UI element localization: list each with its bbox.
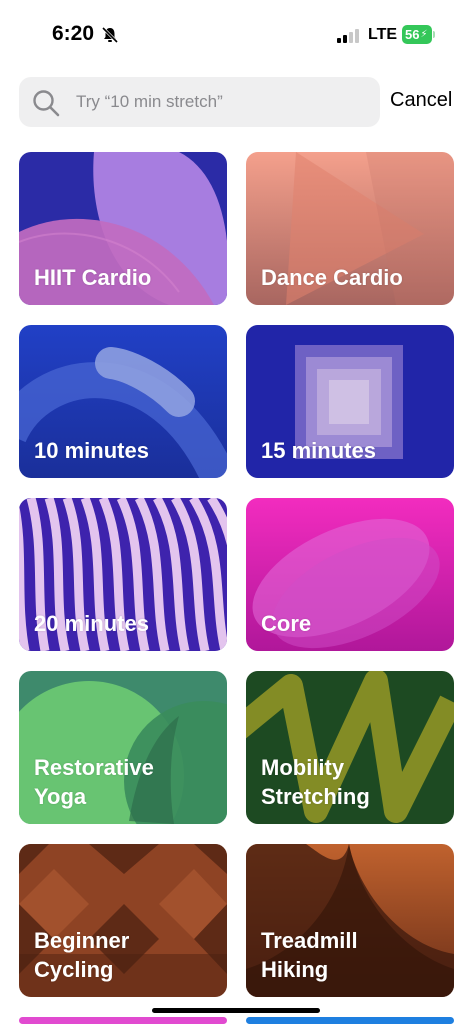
- cancel-button[interactable]: Cancel: [390, 89, 452, 112]
- tile-label: Core: [261, 611, 312, 636]
- category-tile-beginner-cycling[interactable]: Beginner Cycling: [19, 844, 227, 997]
- battery-icon: 56 ⚡: [402, 25, 432, 44]
- category-tile-restorative-yoga[interactable]: Restorative Yoga: [19, 671, 227, 824]
- tile-label: Beginner Cycling: [34, 928, 130, 982]
- cellular-signal-icon: [337, 29, 359, 43]
- category-tile-hiit-cardio[interactable]: HIIT Cardio: [19, 152, 227, 305]
- status-time: 6:20: [52, 22, 95, 45]
- category-tile-partial-left[interactable]: [19, 1017, 227, 1024]
- category-tile-core[interactable]: Core: [246, 498, 454, 651]
- home-indicator[interactable]: [152, 1008, 320, 1013]
- search-icon: [33, 90, 60, 117]
- search-input[interactable]: [76, 77, 366, 127]
- category-tile-treadmill-hiking[interactable]: Treadmill Hiking: [246, 844, 454, 997]
- status-bar: 6:20 LTE 56 ⚡: [0, 0, 472, 70]
- category-tile-mobility-stretching[interactable]: Mobility Stretching: [246, 671, 454, 824]
- battery-level: 56: [405, 27, 420, 42]
- tile-label: 20 minutes: [34, 611, 149, 636]
- battery-cap: [433, 31, 435, 38]
- silent-bell-icon: [101, 26, 119, 44]
- category-tile-10-minutes[interactable]: 10 minutes: [19, 325, 227, 478]
- search-bar[interactable]: [19, 77, 380, 127]
- tile-label: 15 minutes: [261, 438, 376, 463]
- category-tile-partial-right[interactable]: [246, 1017, 454, 1024]
- category-tile-20-minutes[interactable]: 20 minutes: [19, 498, 227, 651]
- network-type: LTE: [368, 26, 398, 43]
- tile-label: 10 minutes: [34, 438, 149, 463]
- tile-label: Restorative Yoga: [34, 755, 154, 809]
- category-tile-15-minutes[interactable]: 15 minutes: [246, 325, 454, 478]
- tile-label: Dance Cardio: [261, 265, 403, 290]
- tile-label: Mobility Stretching: [261, 755, 370, 809]
- tile-label: HIIT Cardio: [34, 265, 152, 290]
- charging-bolt-icon: ⚡: [420, 29, 428, 40]
- category-tile-dance-cardio[interactable]: Dance Cardio: [246, 152, 454, 305]
- tile-label: Treadmill Hiking: [261, 928, 358, 982]
